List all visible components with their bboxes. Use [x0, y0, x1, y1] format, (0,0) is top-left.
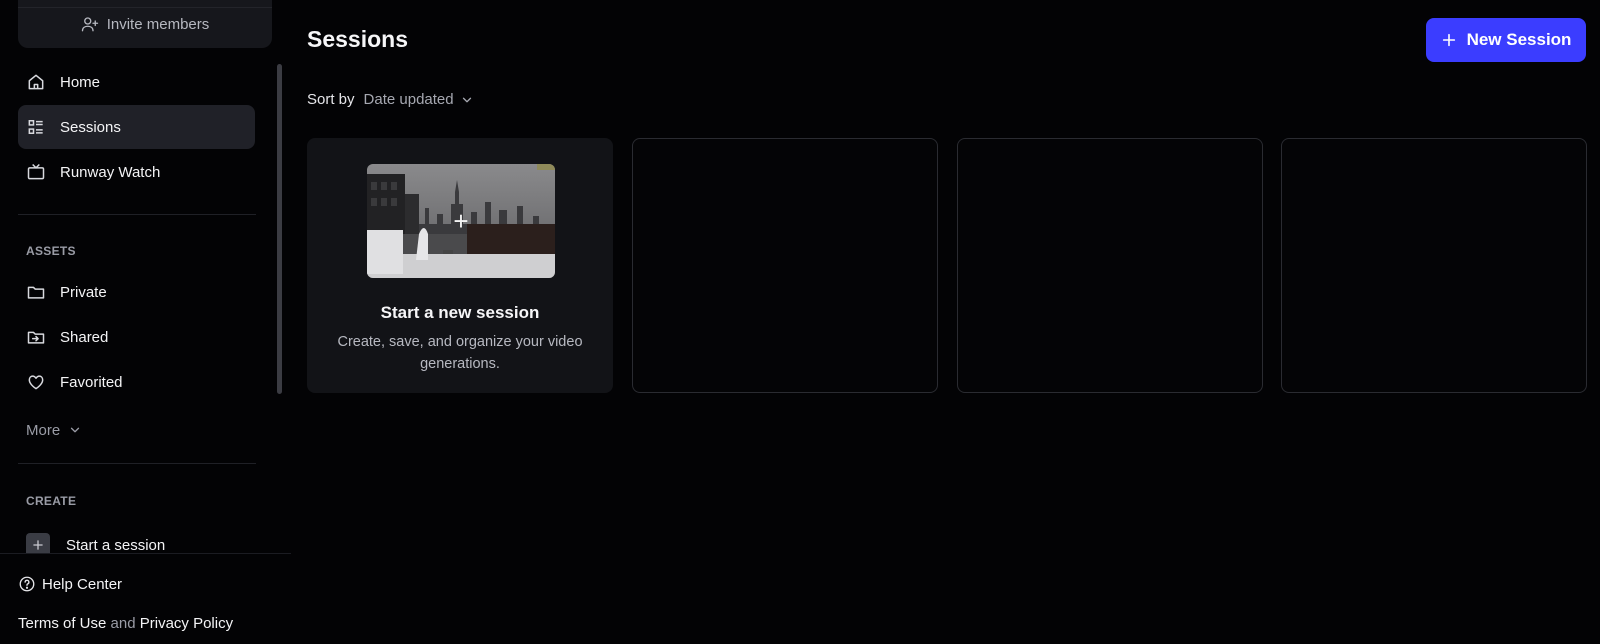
new-session-card-description: Create, save, and organize your video ge… [337, 334, 583, 372]
user-plus-icon [81, 17, 98, 32]
sort-value: Date updated [363, 91, 454, 108]
sidebar-footer: Help Center Terms of Use and Privacy Pol… [0, 553, 291, 644]
more-label: More [26, 421, 61, 439]
start-session-label: Start a session [66, 536, 166, 554]
sidebar-item-label: Private [60, 283, 107, 301]
more-toggle[interactable]: More [26, 418, 82, 442]
new-session-card[interactable]: + Start a new session Create, save, and … [307, 138, 613, 393]
session-card-placeholder[interactable] [632, 138, 938, 393]
sidebar-item-runway-watch[interactable]: Runway Watch [18, 150, 255, 194]
sidebar-item-label: Runway Watch [60, 163, 161, 181]
divider [18, 7, 272, 8]
plus-icon [1442, 33, 1455, 47]
help-center-link[interactable]: Help Center [18, 575, 122, 593]
sessions-list-icon [28, 120, 43, 134]
chevron-down-icon [462, 97, 471, 102]
sort-label: Sort by [307, 91, 355, 108]
app-root: Invite members Home Sessions Runway Watc… [0, 0, 1600, 644]
page-title: Sessions [307, 26, 408, 52]
legal-and: and [110, 615, 136, 632]
sidebar-item-label: Shared [60, 328, 109, 346]
sort-control: Sort by Date updated [307, 91, 474, 108]
sidebar: Invite members Home Sessions Runway Watc… [0, 0, 291, 644]
home-icon [28, 74, 44, 90]
add-icon: + [453, 206, 469, 236]
chevron-down-icon [71, 427, 80, 433]
invite-members-button[interactable]: Invite members [18, 0, 272, 48]
heart-icon [28, 375, 44, 390]
help-center-label: Help Center [42, 575, 123, 593]
sidebar-item-private[interactable]: Private [18, 270, 255, 314]
section-label-create: CREATE [26, 494, 77, 508]
new-session-card-title: Start a new session [380, 303, 540, 322]
new-session-button[interactable]: New Session [1426, 18, 1586, 62]
sidebar-item-favorited[interactable]: Favorited [18, 360, 255, 404]
sidebar-item-home[interactable]: Home [18, 60, 255, 104]
session-card-placeholder[interactable] [1281, 138, 1587, 393]
divider [18, 214, 256, 215]
sidebar-item-sessions[interactable]: Sessions [18, 105, 255, 149]
sort-dropdown[interactable]: Date updated [364, 91, 474, 108]
tv-icon [27, 163, 45, 180]
legal-links: Terms of Use and Privacy Policy [18, 615, 233, 632]
sidebar-item-shared[interactable]: Shared [18, 315, 255, 359]
help-icon [19, 576, 35, 592]
invite-members-label: Invite members [106, 15, 210, 33]
shared-folder-icon [27, 331, 45, 344]
sidebar-item-label: Home [60, 73, 101, 91]
new-session-label: New Session [1466, 30, 1572, 49]
divider [18, 463, 256, 464]
session-card-placeholder[interactable] [957, 138, 1263, 393]
session-thumbnail-image: + [367, 164, 555, 278]
sidebar-item-label: Sessions [60, 118, 121, 136]
sidebar-scrollbar[interactable] [277, 64, 282, 394]
folder-icon [27, 286, 45, 299]
sidebar-item-label: Favorited [60, 373, 123, 391]
privacy-policy-link[interactable]: Privacy Policy [140, 615, 233, 632]
terms-of-use-link[interactable]: Terms of Use [18, 615, 106, 632]
section-label-assets: ASSETS [26, 244, 76, 258]
